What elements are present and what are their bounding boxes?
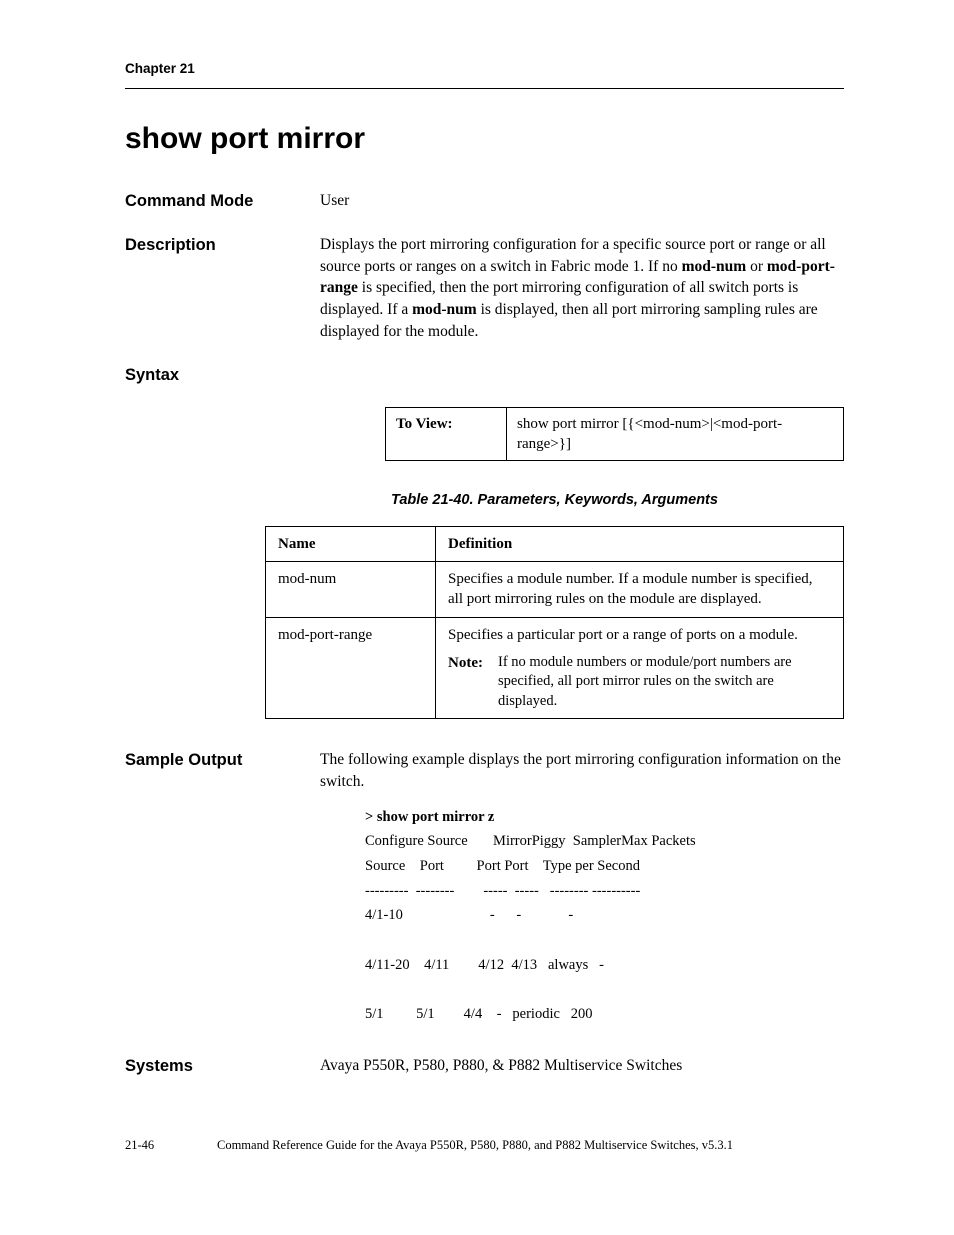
footer: 21-46 Command Reference Guide for the Av… [125, 1137, 844, 1154]
sample-output-block: > show port mirror z Configure Source Mi… [365, 805, 844, 1027]
desc-mid-1: or [746, 258, 767, 275]
footer-pagenum: 21-46 [125, 1137, 217, 1154]
label-systems: Systems [125, 1055, 320, 1077]
sample-hdr1: Configure Source MirrorPiggy SamplerMax … [365, 833, 696, 849]
desc-bold-1: mod-num [682, 258, 747, 275]
param-header-definition: Definition [436, 526, 844, 561]
section-description: Description Displays the port mirroring … [125, 234, 844, 342]
param-note-row: Note: If no module numbers or module/por… [448, 653, 831, 712]
value-sample-output-intro: The following example displays the port … [320, 749, 844, 792]
value-command-mode: User [320, 190, 844, 212]
syntax-to-view-label: To View: [386, 407, 507, 461]
value-systems: Avaya P550R, P580, P880, & P882 Multiser… [320, 1055, 844, 1077]
table-row: mod-port-range Specifies a particular po… [266, 617, 844, 719]
label-syntax: Syntax [125, 364, 320, 386]
footer-guide: Command Reference Guide for the Avaya P5… [217, 1137, 844, 1154]
table-row: mod-num Specifies a module number. If a … [266, 562, 844, 618]
sample-hdr2: Source Port Port Port Type per Second [365, 858, 640, 874]
sample-sep: --------- -------- ----- ----- -------- … [365, 883, 640, 899]
section-systems: Systems Avaya P550R, P580, P880, & P882 … [125, 1055, 844, 1077]
syntax-to-view-value: show port mirror [{<mod-num>|<mod-port-r… [507, 407, 844, 461]
value-description: Displays the port mirroring configuratio… [320, 234, 844, 342]
section-syntax: Syntax [125, 364, 844, 386]
sample-row3: 5/1 5/1 4/4 - periodic 200 [365, 1006, 593, 1022]
param-def-1: Specifies a particular port or a range o… [436, 617, 844, 719]
sample-cmd: > show port mirror z [365, 809, 494, 825]
sample-row1: 4/1-10 - - - [365, 907, 573, 923]
param-note-label: Note: [448, 653, 498, 712]
label-description: Description [125, 234, 320, 256]
label-sample-output: Sample Output [125, 749, 320, 771]
param-note-text: If no module numbers or module/port numb… [498, 653, 831, 712]
param-header-name: Name [266, 526, 436, 561]
section-sample-output: Sample Output The following example disp… [125, 749, 844, 792]
sample-row2: 4/11-20 4/11 4/12 4/13 always - [365, 957, 604, 973]
param-table-wrap: Name Definition mod-num Specifies a modu… [265, 526, 844, 720]
param-def-1-text: Specifies a particular port or a range o… [448, 625, 831, 645]
label-command-mode: Command Mode [125, 190, 320, 212]
page-title: show port mirror [125, 119, 844, 160]
param-name-0: mod-num [266, 562, 436, 618]
section-command-mode: Command Mode User [125, 190, 844, 212]
param-def-0: Specifies a module number. If a module n… [436, 562, 844, 618]
desc-bold-3: mod-num [412, 301, 477, 318]
param-name-1: mod-port-range [266, 617, 436, 719]
syntax-box: To View: show port mirror [{<mod-num>|<m… [385, 407, 844, 462]
syntax-table: To View: show port mirror [{<mod-num>|<m… [385, 407, 844, 462]
chapter-header: Chapter 21 [125, 60, 844, 89]
param-table: Name Definition mod-num Specifies a modu… [265, 526, 844, 720]
table-caption: Table 21-40. Parameters, Keywords, Argum… [265, 491, 844, 511]
